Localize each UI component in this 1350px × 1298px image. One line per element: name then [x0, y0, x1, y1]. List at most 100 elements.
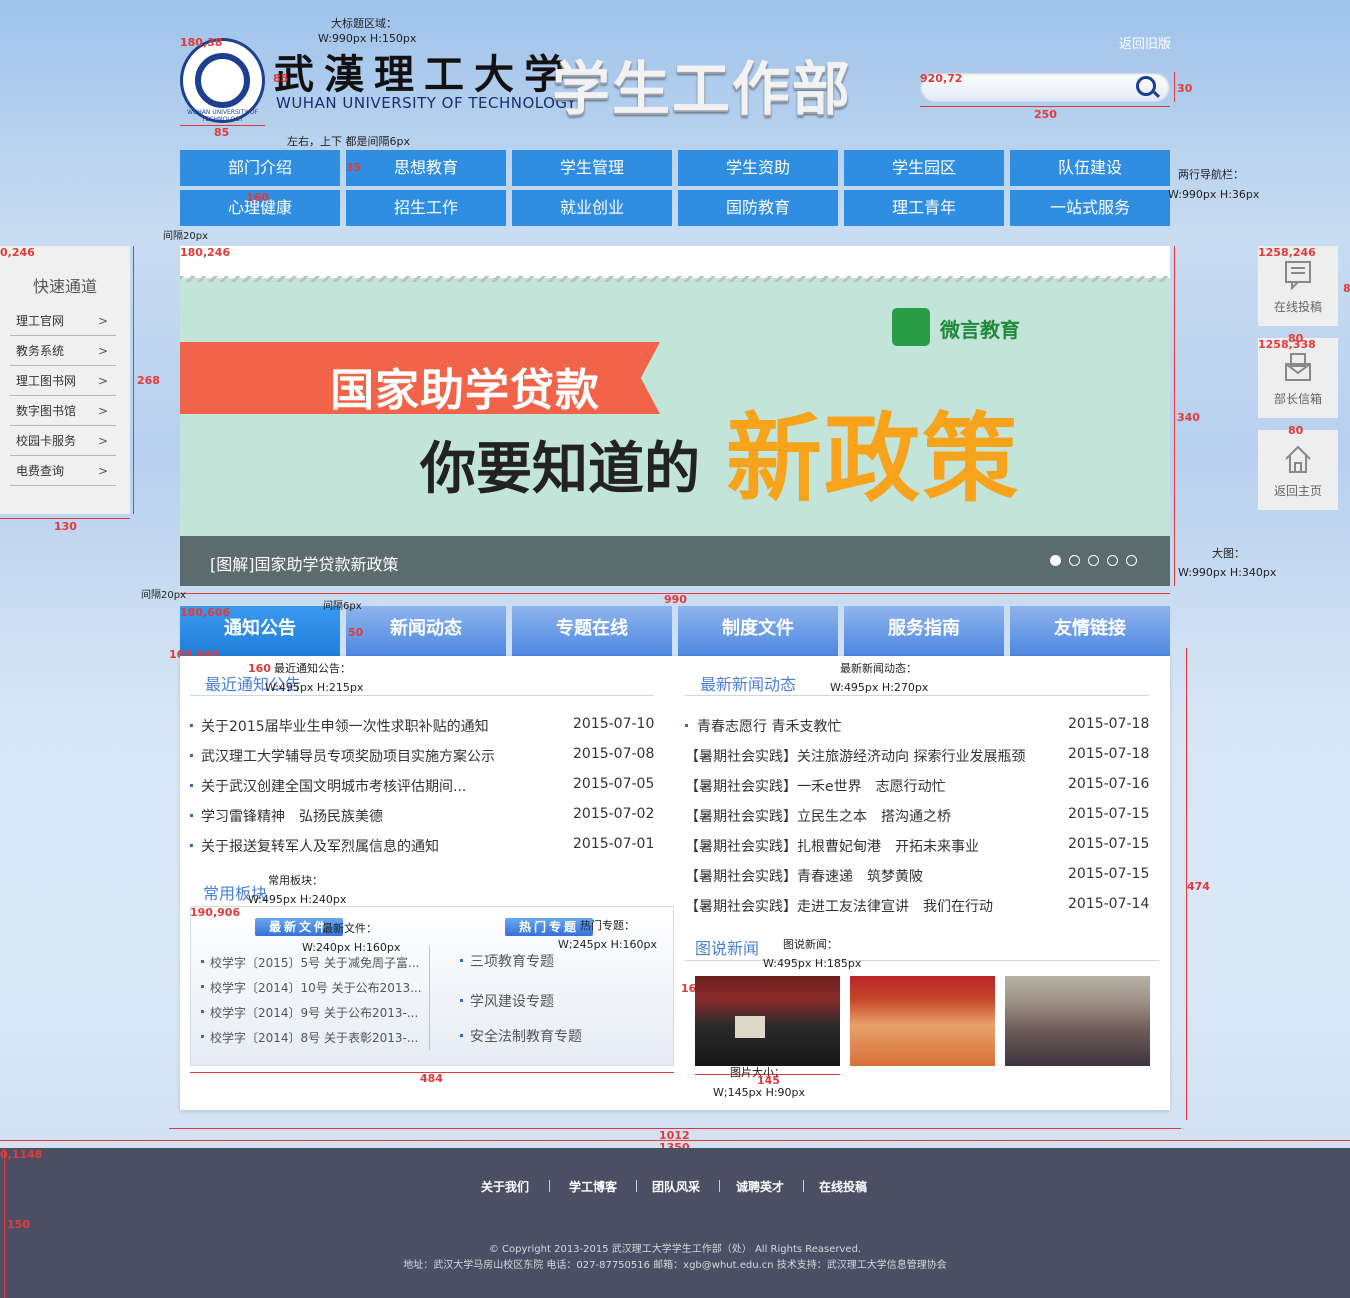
- news-item[interactable]: 【暑期社会实践】立民生之本 搭沟通之桥: [685, 806, 951, 826]
- footer-link-submit[interactable]: 在线投稿: [819, 1178, 867, 1195]
- nav-item-employment[interactable]: 就业创业: [512, 190, 672, 226]
- tab-news[interactable]: 新闻动态: [346, 606, 506, 656]
- slide-dot[interactable]: [1107, 555, 1118, 566]
- tab-friendly-links[interactable]: 友情链接: [1010, 606, 1170, 656]
- nav-item-financial-aid[interactable]: 学生资助: [678, 150, 838, 186]
- nav-item-dept-intro[interactable]: 部门介绍: [180, 150, 340, 186]
- nav-item-defense[interactable]: 国防教育: [678, 190, 838, 226]
- footer-link-about[interactable]: 关于我们: [481, 1178, 529, 1195]
- news-date: 2015-07-14: [1068, 896, 1150, 912]
- annotation: 80: [1288, 424, 1304, 437]
- copyright-text: © Copyright 2013-2015 武汉理工大学学生工作部（处） All…: [488, 1244, 862, 1255]
- notice-item[interactable]: 武汉理工大学辅导员专项奖励项目实施方案公示: [201, 746, 495, 766]
- topic-item[interactable]: 学风建设专题: [470, 991, 554, 1011]
- quick-link-library-net[interactable]: 理工图书网 >: [10, 366, 116, 396]
- annotation: 1258,338: [1258, 338, 1316, 351]
- mailbox-icon: [1285, 353, 1311, 381]
- news-photo-crowd[interactable]: [850, 976, 995, 1066]
- bullet-icon: [190, 814, 193, 817]
- nav-item-campus[interactable]: 学生园区: [844, 150, 1004, 186]
- topic-item[interactable]: 三项教育专题: [470, 951, 554, 971]
- slide-dot[interactable]: [1069, 555, 1080, 566]
- news-item[interactable]: 【暑期社会实践】一禾e世界 志愿行动忙: [685, 776, 946, 796]
- banner-caption[interactable]: [图解]国家助学贷款新政策: [210, 551, 399, 575]
- tab-service-guide[interactable]: 服务指南: [844, 606, 1004, 656]
- file-item[interactable]: 校学字〔2015〕5号 关于减免周子富...: [210, 954, 419, 971]
- footer-link-blog[interactable]: 学工博客: [569, 1178, 617, 1195]
- nav-item-student-mgmt[interactable]: 学生管理: [512, 150, 672, 186]
- bullet-icon: [460, 959, 463, 962]
- news-item[interactable]: 【暑期社会实践】走进工友法律宣讲 我们在行动: [685, 896, 993, 916]
- department-title: 学生工作部: [552, 55, 853, 123]
- nav-item-admissions[interactable]: 招生工作: [346, 190, 506, 226]
- news-photo-meeting[interactable]: [1005, 976, 1150, 1066]
- back-to-home-button[interactable]: 返回主页: [1258, 430, 1338, 510]
- file-item[interactable]: 校学字〔2014〕9号 关于公布2013-...: [210, 1004, 418, 1021]
- edit-doc-icon: [1285, 261, 1311, 290]
- search-icon[interactable]: [1136, 76, 1156, 96]
- hero-banner[interactable]: 微言教育 国家助学贷款 你要知道的 新政策 [图解]国家助学贷款新政策: [180, 246, 1170, 586]
- file-item[interactable]: 校学字〔2014〕8号 关于表彰2013-...: [210, 1029, 418, 1046]
- annotation: 30: [1177, 82, 1193, 95]
- topic-item[interactable]: 安全法制教育专题: [470, 1026, 582, 1046]
- chevron-right-icon: >: [97, 404, 108, 418]
- quick-link-campus-card[interactable]: 校园卡服务 >: [10, 426, 116, 456]
- news-date: 2015-07-15: [1068, 866, 1150, 882]
- news-item[interactable]: 青春志愿行 青禾支教忙: [697, 716, 841, 736]
- nav-item-team[interactable]: 队伍建设: [1010, 150, 1170, 186]
- annotation: 8: [1343, 282, 1350, 295]
- news-item[interactable]: 【暑期社会实践】关注旅游经济动向 探索行业发展瓶颈: [685, 746, 1025, 766]
- annotation: W:495px H:270px: [830, 681, 929, 694]
- news-item[interactable]: 【暑期社会实践】扎根曹妃甸港 开拓未来事业: [685, 836, 979, 856]
- nav-item-ideology[interactable]: 思想教育: [346, 150, 506, 186]
- back-to-old-version-link[interactable]: 返回旧版: [1119, 33, 1171, 52]
- annotation: W:990px H:36px: [1168, 188, 1260, 201]
- annotation: 920,72: [920, 72, 963, 85]
- quick-link-electricity[interactable]: 电费查询 >: [10, 456, 116, 486]
- notice-item[interactable]: 关于2015届毕业生申领一次性求职补贴的通知: [201, 716, 489, 736]
- slide-dot[interactable]: [1088, 555, 1099, 566]
- chevron-right-icon: >: [97, 344, 108, 358]
- notice-item[interactable]: 关于报送复转军人及军烈属信息的通知: [201, 836, 439, 856]
- dimension-line: [133, 246, 134, 514]
- bullet-icon: [460, 999, 463, 1002]
- separator: [719, 1180, 720, 1192]
- slide-dot[interactable]: [1126, 555, 1137, 566]
- banner-top-strip: [180, 246, 1170, 278]
- separator: [803, 1180, 804, 1192]
- annotation: 0,246: [0, 246, 35, 259]
- quick-link-academic[interactable]: 教务系统 >: [10, 336, 116, 366]
- file-item[interactable]: 校学字〔2014〕10号 关于公布2013...: [210, 979, 422, 996]
- notice-item[interactable]: 学习雷锋精神 弘扬民族美德: [201, 806, 383, 826]
- divider: [685, 960, 1159, 961]
- annotation: 160: [246, 191, 269, 204]
- picture-news-title: 图说新闻: [695, 939, 760, 958]
- nav-item-youth[interactable]: 理工青年: [844, 190, 1004, 226]
- dimension-line: [0, 518, 130, 519]
- logo-emblem: [195, 53, 250, 108]
- notice-date: 2015-07-10: [573, 716, 655, 732]
- slide-dot-active[interactable]: [1050, 555, 1061, 566]
- footer-link-careers[interactable]: 诚聘英才: [736, 1178, 784, 1195]
- bullet-icon: [460, 1034, 463, 1037]
- annotation: 间隔20px: [141, 590, 186, 601]
- annotation: 间隔6px: [323, 601, 362, 612]
- quick-access-panel: 快速通道 理工官网 > 教务系统 > 理工图书网 > 数字图书馆 > 校园卡服务 > 电费…: [0, 246, 130, 514]
- weiyan-logo-icon: [892, 308, 930, 346]
- news-photo-stage[interactable]: [695, 976, 840, 1066]
- tab-regulations[interactable]: 制度文件: [678, 606, 838, 656]
- footer-link-team[interactable]: 团队风采: [652, 1178, 700, 1195]
- side-item-label: 返回主页: [1273, 484, 1322, 498]
- bullet-icon: [190, 754, 193, 757]
- search-input[interactable]: [934, 77, 1128, 99]
- annotation: 474: [1187, 880, 1210, 893]
- notice-item[interactable]: 关于武汉创建全国文明城市考核评估期间...: [201, 776, 466, 796]
- nav-item-one-stop[interactable]: 一站式服务: [1010, 190, 1170, 226]
- quick-link-digital-library[interactable]: 数字图书馆 >: [10, 396, 116, 426]
- news-item[interactable]: 【暑期社会实践】青春速递 筑梦黄陂: [685, 866, 923, 886]
- news-date: 2015-07-15: [1068, 806, 1150, 822]
- quick-access-title: 快速通道: [32, 277, 97, 296]
- annotation: 180,38: [180, 36, 223, 49]
- quick-link-official-site[interactable]: 理工官网 >: [10, 306, 116, 336]
- tab-topics[interactable]: 专题在线: [512, 606, 672, 656]
